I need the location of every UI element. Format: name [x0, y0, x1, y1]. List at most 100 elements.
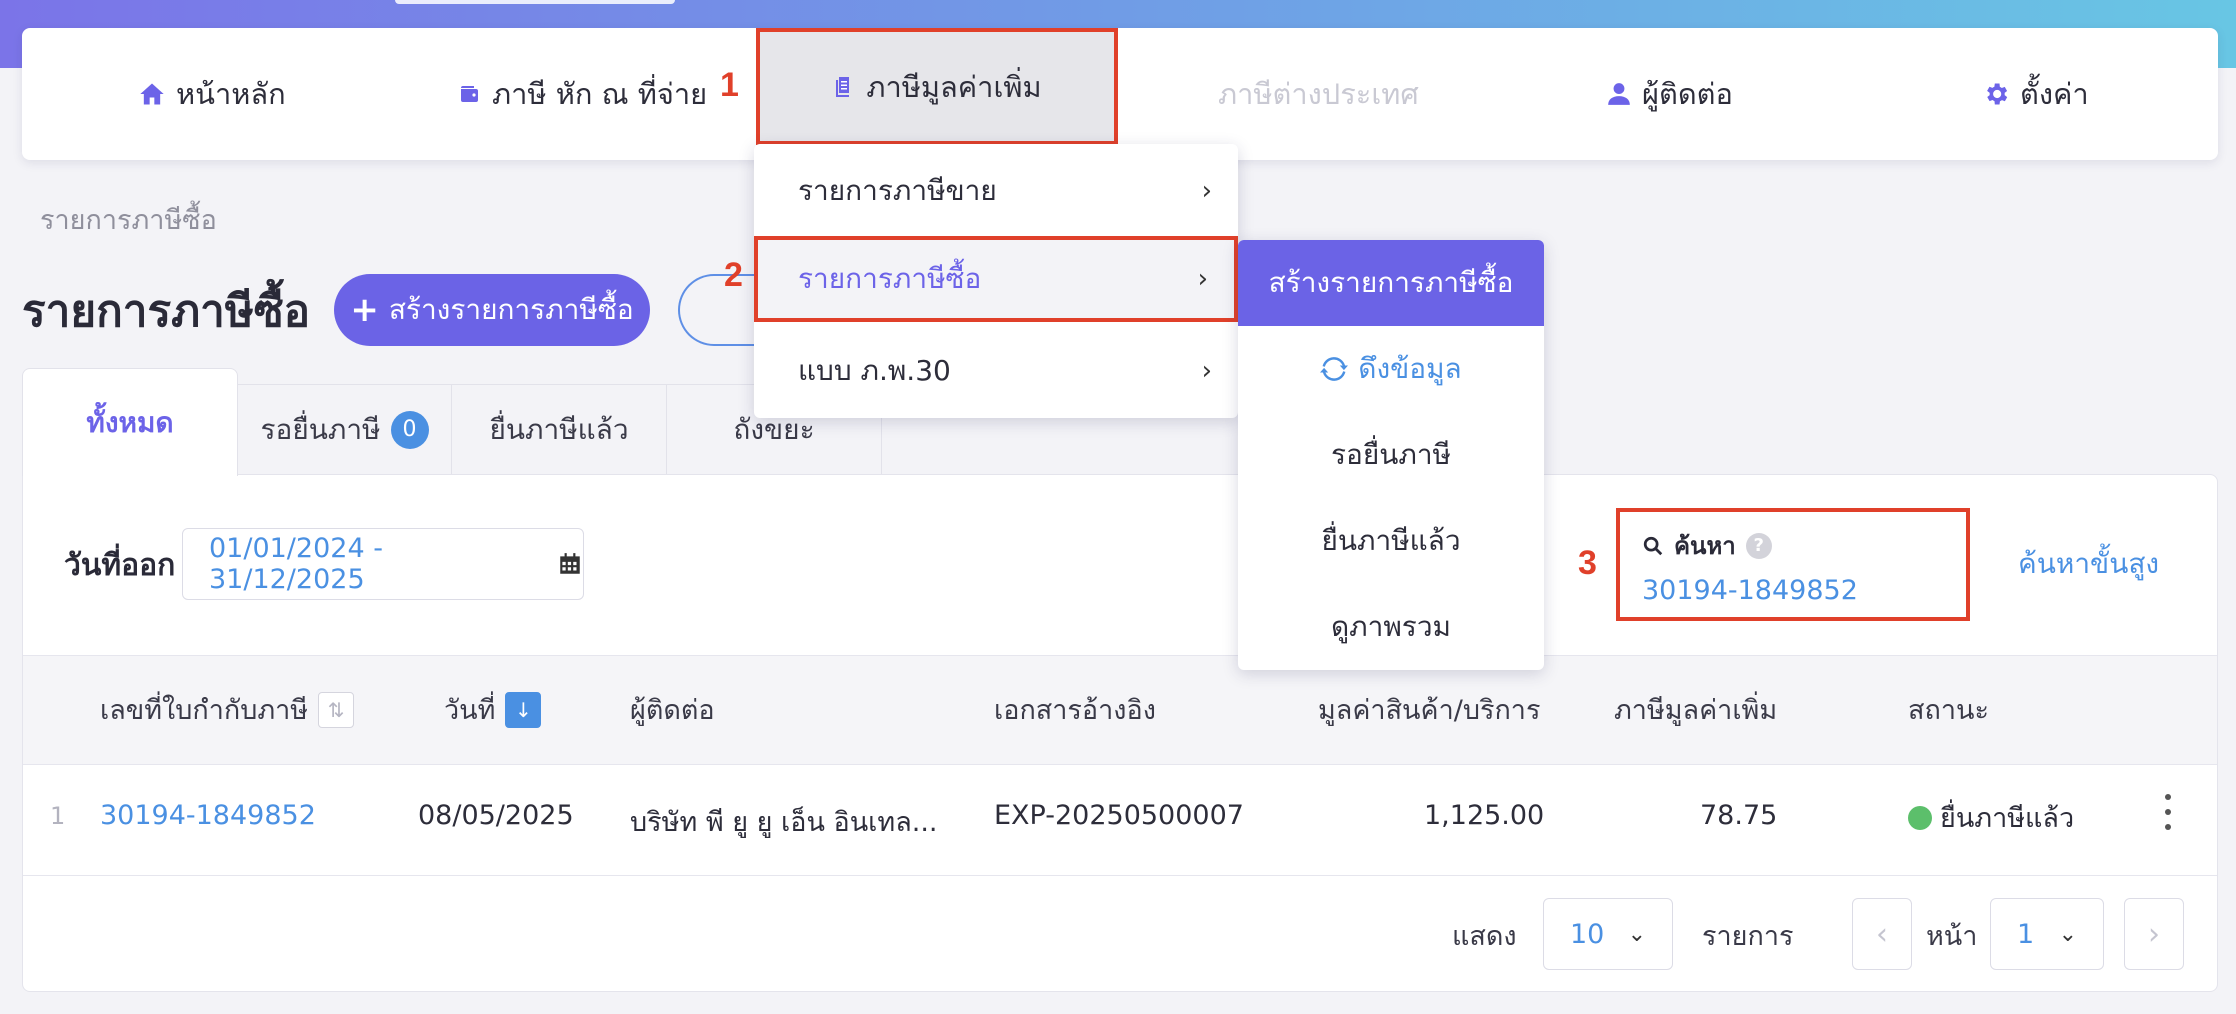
wallet-icon	[461, 86, 478, 102]
date-range-input[interactable]: 01/01/2024 - 31/12/2025	[182, 528, 584, 600]
nav-wht-label: ภาษี หัก ณ ที่จ่าย	[492, 77, 708, 111]
calendar-icon	[560, 553, 580, 574]
help-icon[interactable]: ?	[1745, 532, 1772, 559]
submenu-filed[interactable]: ยื่นภาษีแล้ว	[1238, 498, 1544, 584]
tab-pending[interactable]: รอยื่นภาษี 0	[237, 384, 452, 474]
refresh-icon	[1320, 357, 1349, 381]
tab-filed-label: ยื่นภาษีแล้ว	[489, 412, 629, 446]
main-navbar: หน้าหลัก ภาษี หัก ณ ที่จ่าย ภาษีต่างประเ…	[22, 28, 2218, 160]
chevron-left-icon: ‹	[1876, 916, 1888, 952]
submenu-pending[interactable]: รอยื่นภาษี	[1238, 412, 1544, 498]
plus-icon: +	[350, 290, 379, 330]
per-page-value: 10	[1570, 918, 1605, 950]
col-date[interactable]: วันที่ ↓	[444, 688, 542, 731]
chevron-right-icon: ›	[2148, 916, 2160, 952]
nav-contacts[interactable]: ผู้ติดต่อ	[1606, 28, 1733, 160]
col-reference-label: เอกสารอ้างอิง	[994, 695, 1156, 726]
purchase-tax-submenu: สร้างรายการภาษีซื้อ ดึงข้อมูล รอยื่นภาษี…	[1238, 240, 1544, 670]
create-purchase-tax-button[interactable]: + สร้างรายการภาษีซื้อ	[334, 274, 650, 346]
nav-settings[interactable]: ตั้งค่า	[1982, 28, 2089, 160]
menu-item-purchase-tax-label: รายการภาษีซื้อ	[798, 262, 982, 295]
sort-desc-icon[interactable]: ↓	[505, 691, 542, 728]
row-status-label: ยื่นภาษีแล้ว	[1940, 803, 2075, 834]
submenu-overview[interactable]: ดูภาพรวม	[1238, 584, 1544, 670]
nav-home-label: หน้าหลัก	[176, 77, 286, 111]
tab-all-label: ทั้งหมด	[86, 405, 174, 439]
menu-item-sales-tax-label: รายการภาษีขาย	[798, 174, 997, 207]
row-invoice-link[interactable]: 30194-1849852	[100, 800, 316, 831]
menu-item-sales-tax[interactable]: รายการภาษีขาย ›	[754, 148, 1238, 234]
create-button-label: สร้างรายการภาษีซื้อ	[388, 293, 634, 326]
status-dot-icon	[1908, 806, 1932, 830]
page-title: รายการภาษีซื้อ	[22, 286, 311, 337]
annotation-step-3: 3	[1578, 544, 1597, 582]
row-amount: 1,125.00	[1424, 800, 1545, 831]
submenu-fetch-label: ดึงข้อมูล	[1358, 352, 1462, 385]
nav-vat-label: ภาษีมูลค่าเพิ่ม	[866, 69, 1042, 104]
chevron-right-icon: ›	[1201, 356, 1212, 386]
sort-icon[interactable]: ⇅	[318, 691, 355, 728]
search-label: ค้นหา	[1674, 532, 1736, 560]
row-date: 08/05/2025	[418, 800, 574, 831]
annotation-step-1: 1	[720, 66, 739, 104]
nav-wht[interactable]: ภาษี หัก ณ ที่จ่าย	[458, 28, 707, 160]
row-contact: บริษัท พี ยู ยู เอ็น อินเทล...	[630, 807, 938, 838]
nav-vat[interactable]: ภาษีมูลค่าเพิ่ม	[756, 28, 1118, 145]
col-invoice-no[interactable]: เลขที่ใบกำกับภาษี ⇅	[100, 688, 355, 731]
nav-home[interactable]: หน้าหลัก	[138, 28, 286, 160]
chevron-down-icon: ⌄	[1627, 921, 1646, 947]
document-icon	[836, 76, 850, 97]
tab-filed[interactable]: ยื่นภาษีแล้ว	[451, 384, 667, 474]
col-amount-label: มูลค่าสินค้า/บริการ	[1318, 695, 1541, 726]
search-input-value[interactable]: 30194-1849852	[1642, 575, 1944, 606]
row-index: 1	[50, 802, 66, 830]
submenu-filed-label: ยื่นภาษีแล้ว	[1321, 524, 1461, 557]
user-icon	[1608, 83, 1630, 105]
pending-count-badge: 0	[390, 410, 429, 449]
gear-icon	[1987, 83, 2008, 105]
menu-item-purchase-tax[interactable]: รายการภาษีซื้อ ›	[754, 236, 1238, 322]
annotation-step-2: 2	[724, 256, 743, 294]
date-range-value: 01/01/2024 - 31/12/2025	[209, 533, 383, 595]
row-vat: 78.75	[1700, 800, 1778, 831]
chevron-down-icon: ⌄	[2058, 921, 2077, 947]
top-band-tab	[395, 0, 675, 4]
nav-foreign-label: ภาษีต่างประเทศ	[1218, 77, 1419, 111]
per-page-select[interactable]: 10 ⌄	[1543, 898, 1673, 970]
search-icon	[1643, 536, 1663, 555]
menu-item-pp30[interactable]: แบบ ภ.พ.30 ›	[754, 328, 1238, 414]
col-contact-label: ผู้ติดต่อ	[630, 695, 715, 726]
nav-contacts-label: ผู้ติดต่อ	[1642, 77, 1733, 111]
col-status: สถานะ	[1908, 688, 1989, 731]
advanced-search-link[interactable]: ค้นหาขั้นสูง	[2018, 542, 2159, 586]
vat-dropdown-menu: รายการภาษีขาย › รายการภาษีซื้อ › แบบ ภ.พ…	[754, 144, 1238, 418]
tab-all[interactable]: ทั้งหมด	[22, 368, 238, 476]
col-date-label: วันที่	[444, 695, 496, 726]
date-filter-label: วันที่ออก	[64, 548, 176, 583]
breadcrumb: รายการภาษีซื้อ	[40, 205, 217, 236]
col-contact: ผู้ติดต่อ	[630, 688, 715, 731]
chevron-right-icon: ›	[1201, 176, 1212, 206]
home-icon	[140, 83, 164, 105]
row-status: ยื่นภาษีแล้ว	[1908, 796, 2074, 839]
row-reference: EXP-20250500007	[994, 800, 1244, 831]
col-vat: ภาษีมูลค่าเพิ่ม	[1614, 688, 1777, 731]
submenu-fetch[interactable]: ดึงข้อมูล	[1238, 326, 1544, 412]
submenu-create-label: สร้างรายการภาษีซื้อ	[1268, 266, 1514, 299]
col-amount: มูลค่าสินค้า/บริการ	[1318, 688, 1540, 731]
col-reference: เอกสารอ้างอิง	[994, 688, 1156, 731]
nav-foreign-tax[interactable]: ภาษีต่างประเทศ	[1218, 28, 1419, 160]
col-invoice-no-label: เลขที่ใบกำกับภาษี	[100, 695, 309, 726]
search-field[interactable]: ค้นหา ? 30194-1849852	[1616, 508, 1970, 621]
submenu-pending-label: รอยื่นภาษี	[1330, 438, 1452, 471]
col-status-label: สถานะ	[1908, 695, 1989, 726]
row-more-icon[interactable]	[2160, 794, 2176, 830]
nav-settings-label: ตั้งค่า	[2020, 77, 2089, 111]
prev-page-button[interactable]: ‹	[1852, 898, 1912, 970]
submenu-create[interactable]: สร้างรายการภาษีซื้อ	[1238, 240, 1544, 326]
page-value: 1	[2017, 918, 2035, 950]
pagination-page-label: หน้า	[1926, 921, 1978, 952]
page-select[interactable]: 1 ⌄	[1990, 898, 2104, 970]
menu-item-pp30-label: แบบ ภ.พ.30	[798, 354, 951, 387]
next-page-button[interactable]: ›	[2124, 898, 2184, 970]
